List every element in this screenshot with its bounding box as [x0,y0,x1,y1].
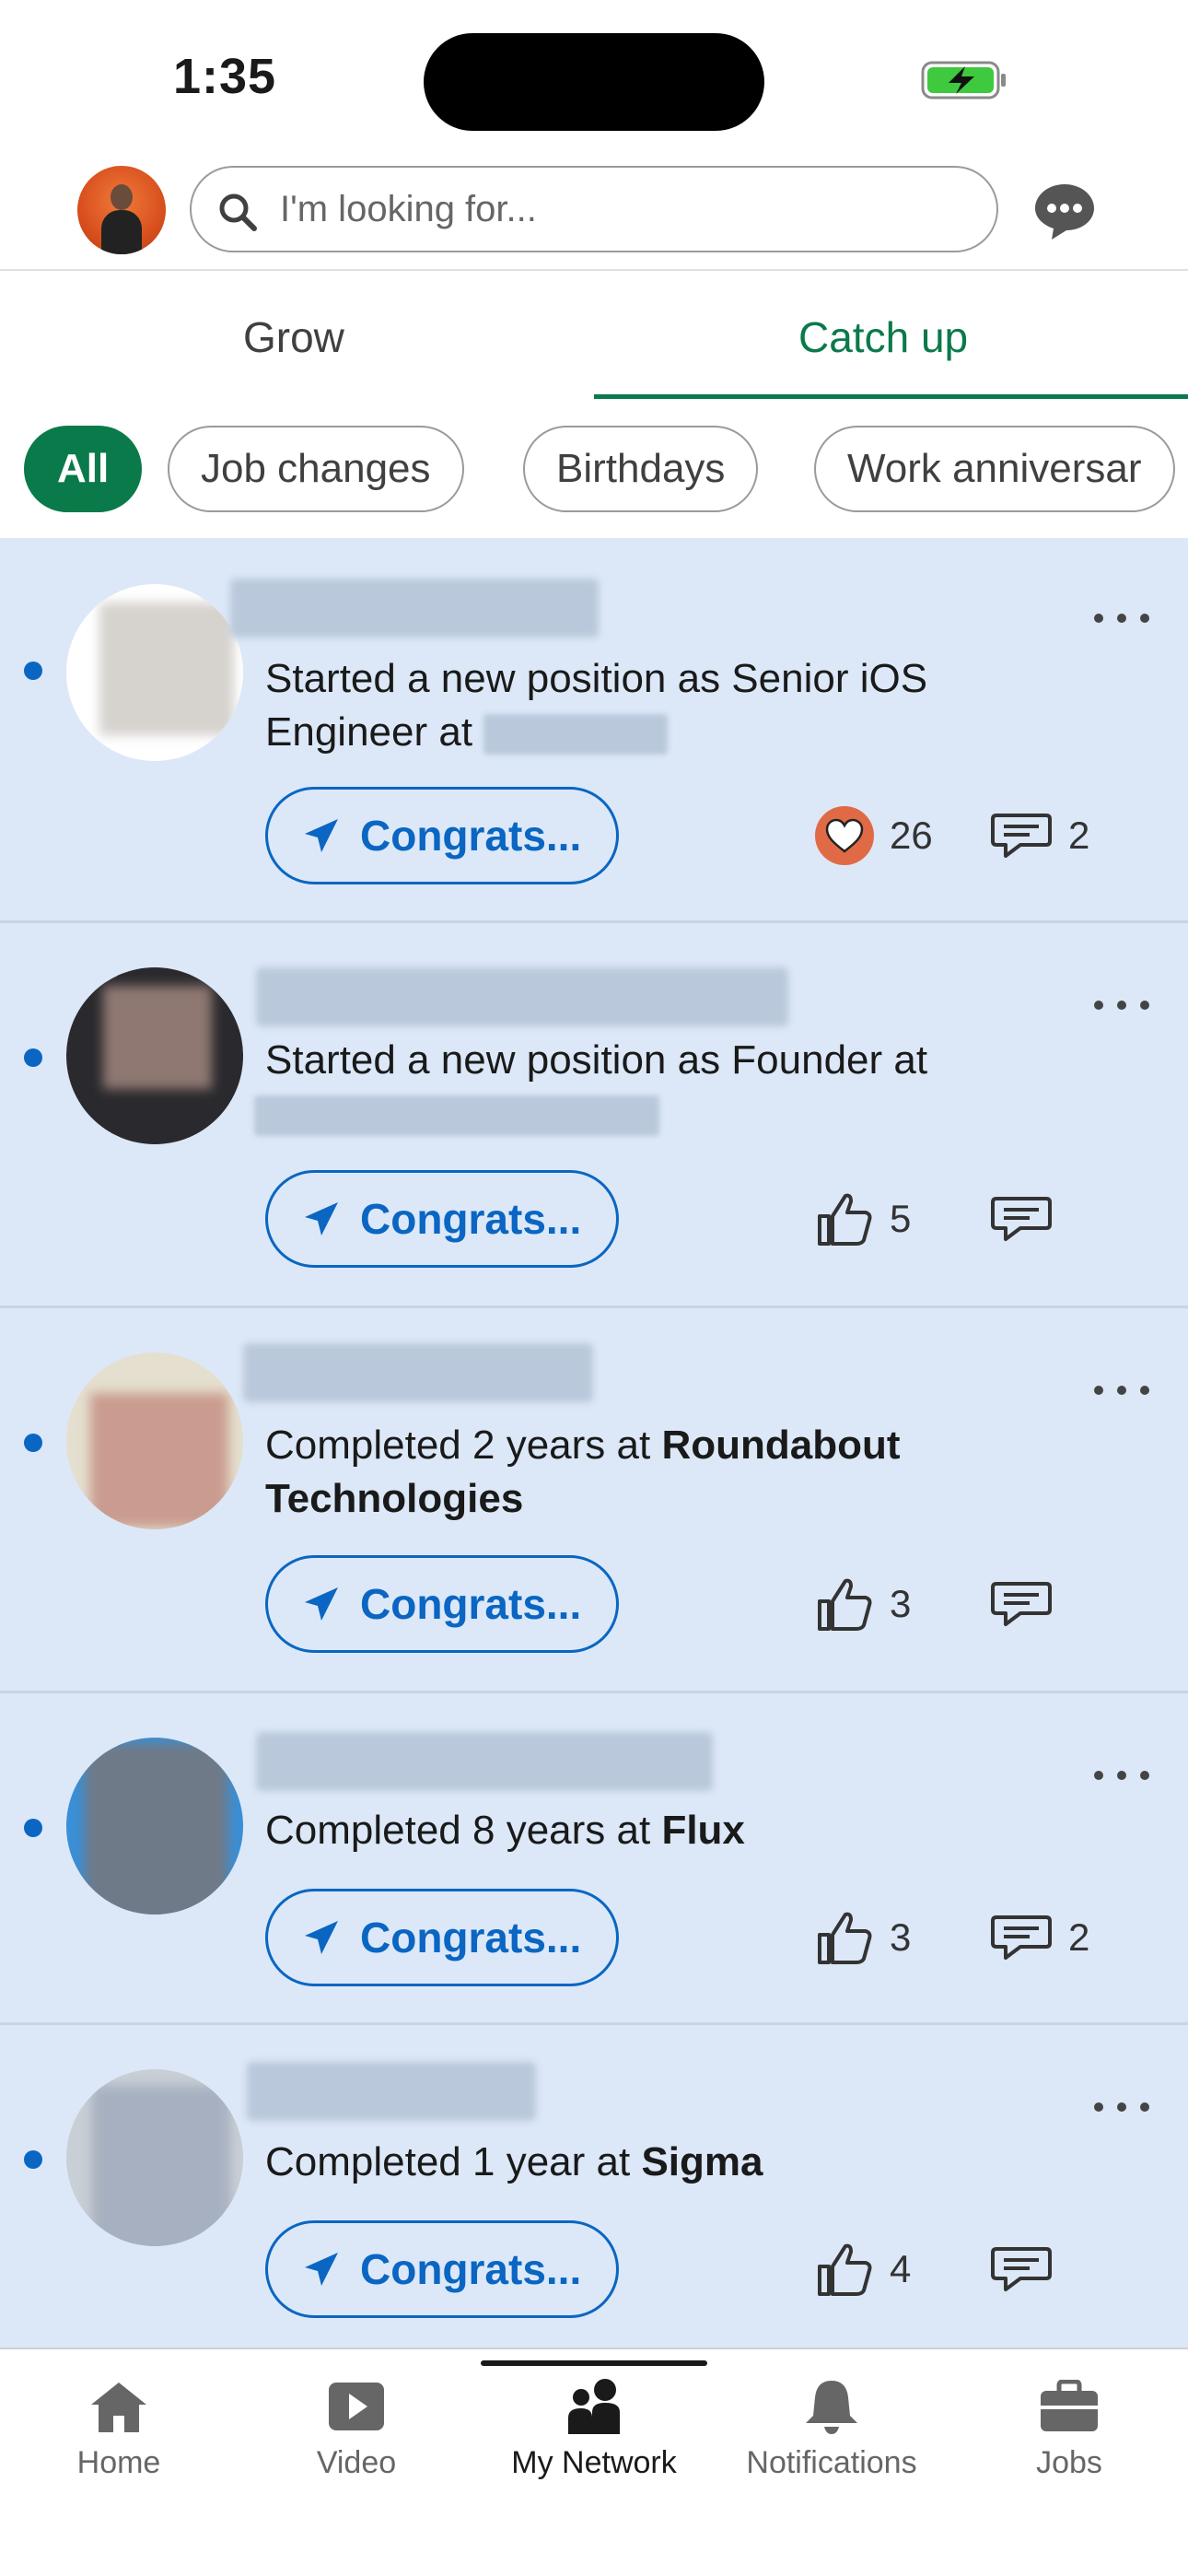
comment-icon [991,1582,1052,1626]
more-options-icon[interactable] [1094,2093,1149,2121]
feed-card: Completed 1 year at Sigma Congrats... 4 [0,2025,1188,2348]
chip-all[interactable]: All [24,426,143,512]
congrats-button[interactable]: Congrats... [265,2220,619,2318]
status-time: 1:35 [173,49,277,104]
card-description: Completed 2 years at Roundabout Technolo… [265,1423,901,1521]
unread-dot [24,662,42,680]
nav-home[interactable]: Home [0,2373,238,2493]
search-icon [219,193,257,231]
card-description: Started a new position as Senior iOS Eng… [265,656,928,755]
thumbs-up-icon [818,1578,872,1631]
feed-card: Started a new position as Founder at Con… [0,923,1188,1308]
tab-grow[interactable]: Grow [0,273,594,402]
thumbs-up-icon [818,1912,872,1964]
search-input[interactable] [280,181,961,238]
unread-dot [24,1819,42,1837]
congrats-button[interactable]: Congrats... [265,1170,619,1268]
person-avatar[interactable] [66,2069,243,2246]
messaging-icon[interactable] [1031,179,1098,243]
unread-dot [24,1048,42,1067]
home-icon [91,2383,146,2432]
comment-count[interactable]: 2 [989,1905,1089,1970]
thumbs-up-icon [818,1193,872,1246]
person-name-redacted [247,2062,536,2121]
person-name-redacted [256,967,788,1026]
nav-label: My Network [511,2445,677,2480]
unread-dot [24,1434,42,1452]
congrats-button[interactable]: Congrats... [265,1889,619,1986]
person-avatar[interactable] [66,967,243,1144]
comment-count[interactable] [989,2237,1068,2301]
feed-card: Completed 8 years at Flux Congrats... 3 … [0,1693,1188,2025]
reaction-count[interactable]: 5 [814,1187,911,1251]
comment-icon [991,1915,1052,1960]
comment-icon [991,2247,1052,2291]
nav-notifications[interactable]: Notifications [713,2373,950,2493]
send-icon [305,1587,338,1621]
top-header [0,157,1188,271]
send-icon [305,1921,338,1954]
unread-dot [24,2150,42,2169]
briefcase-icon [1041,2380,1098,2431]
card-description: Completed 8 years at Flux [265,1808,745,1853]
feed-card: Started a new position as Senior iOS Eng… [0,538,1188,923]
more-options-icon[interactable] [1094,1376,1149,1404]
chip-birthdays[interactable]: Birthdays [523,426,759,512]
nav-video[interactable]: Video [238,2373,475,2493]
person-avatar[interactable] [66,1738,243,1914]
person-name-redacted [230,579,599,638]
chip-work-anniversaries[interactable]: Work anniversar [814,426,1175,512]
card-description: Completed 1 year at Sigma [265,2139,763,2184]
tab-bar: Grow Catch up [0,273,1188,402]
my-network-icon [568,2379,620,2434]
comment-count[interactable]: 2 [989,803,1089,868]
comment-icon [991,1197,1052,1241]
more-options-icon[interactable] [1094,1762,1149,1789]
person-avatar[interactable] [66,1352,243,1529]
reaction-count[interactable]: 3 [814,1905,911,1970]
video-icon [329,2383,384,2430]
nav-label: Home [76,2445,161,2480]
more-options-icon[interactable] [1094,604,1149,632]
feed-card: Completed 2 years at Roundabout Technolo… [0,1308,1188,1693]
reaction-count[interactable]: 3 [814,1572,911,1636]
dynamic-island [424,33,764,131]
catch-up-feed: Started a new position as Senior iOS Eng… [0,538,1188,2348]
congrats-button[interactable]: Congrats... [265,1555,619,1653]
send-icon [305,819,338,852]
active-nav-indicator [481,2360,707,2366]
person-name-redacted [256,1732,713,1791]
search-bar[interactable] [190,166,998,252]
person-avatar[interactable] [66,584,243,761]
card-description: Started a new position as Founder at [254,1034,1094,1141]
reaction-count[interactable]: 26 [814,803,933,868]
heart-reaction-icon [815,806,874,865]
send-icon [305,1202,338,1235]
congrats-button[interactable]: Congrats... [265,787,619,884]
nav-label: Video [316,2445,397,2480]
status-bar: 1:35 [0,0,1188,157]
bell-icon [806,2381,857,2434]
comment-count[interactable] [989,1572,1068,1636]
comment-icon [991,814,1052,858]
filter-chips: All Job changes Birthdays Work anniversa… [0,420,1188,521]
active-tab-indicator [594,394,1188,399]
chip-job-changes[interactable]: Job changes [168,426,464,512]
profile-avatar[interactable] [77,166,166,254]
nav-jobs[interactable]: Jobs [950,2373,1188,2493]
reaction-count[interactable]: 4 [814,2237,911,2301]
send-icon [305,2253,338,2286]
nav-label: Notifications [746,2445,917,2480]
more-options-icon[interactable] [1094,991,1149,1019]
tab-catch-up[interactable]: Catch up [594,273,1188,402]
comment-count[interactable] [989,1187,1068,1251]
nav-label: Jobs [1036,2445,1102,2480]
bottom-navigation: Home Video My Network Notifications Jobs [0,2348,1188,2576]
battery-charging-icon [921,61,1006,100]
person-name-redacted [243,1343,593,1402]
thumbs-up-icon [818,2243,872,2296]
nav-my-network[interactable]: My Network [475,2373,713,2493]
